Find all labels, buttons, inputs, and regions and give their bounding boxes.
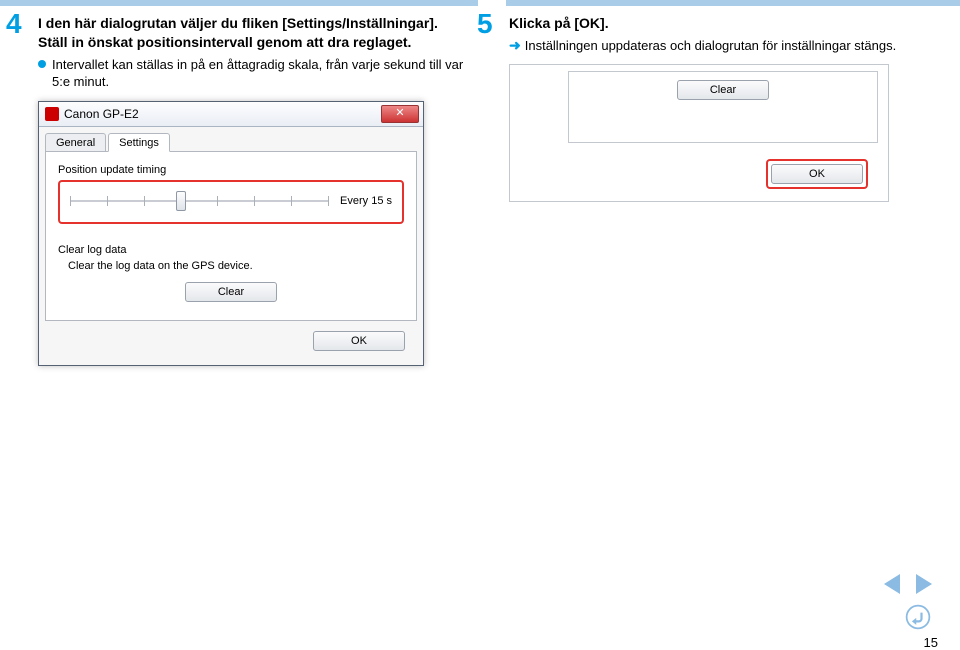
ok-dialog-snippet: Clear OK: [509, 64, 889, 202]
return-button[interactable]: [904, 604, 932, 630]
position-timing-label: Position update timing: [58, 164, 404, 176]
step4-bullet-text: Intervallet kan ställas in på en åttagra…: [52, 56, 467, 91]
tab-general-label: General: [56, 137, 95, 149]
step4-heading: I den här dialogrutan väljer du fliken […: [38, 14, 467, 52]
snippet-inner: Clear: [568, 71, 878, 143]
tab-settings-label: Settings: [119, 137, 159, 149]
close-icon: ✕: [395, 108, 404, 119]
step-number-5: 5: [477, 10, 493, 38]
tab-strip: General Settings: [45, 133, 417, 152]
top-accent-bar: [0, 0, 960, 6]
ok-highlight-box: OK: [766, 159, 868, 189]
step5-arrow-text: Inställningen uppdateras och dialogrutan…: [525, 37, 896, 55]
ok-button-right-label: OK: [809, 168, 825, 180]
step-number-4: 4: [6, 10, 22, 38]
clear-log-desc: Clear the log data on the GPS device.: [68, 260, 404, 272]
footer-nav: [880, 572, 936, 596]
page-number: 15: [924, 635, 938, 650]
dialog-title: Canon GP-E2: [64, 107, 139, 121]
close-button[interactable]: ✕: [381, 105, 419, 123]
chevron-left-icon: [884, 574, 900, 594]
clear-button-right-label: Clear: [710, 84, 736, 96]
clear-log-label: Clear log data: [58, 244, 404, 256]
tab-settings[interactable]: Settings: [108, 133, 170, 152]
ok-button-right[interactable]: OK: [771, 164, 863, 184]
right-column: 5 Klicka på [OK]. ➜ Inställningen uppdat…: [493, 14, 938, 366]
slider-thumb[interactable]: [176, 191, 186, 211]
step5-heading: Klicka på [OK].: [509, 14, 938, 33]
top-accent-gap: [478, 0, 506, 6]
step4-bullet-line: Intervallet kan ställas in på en åttagra…: [38, 56, 467, 91]
clear-button-label: Clear: [218, 286, 244, 298]
left-column: 4 I den här dialogrutan väljer du fliken…: [22, 14, 467, 366]
tab-general[interactable]: General: [45, 133, 106, 152]
ok-button-left-label: OK: [351, 335, 367, 347]
ok-button-left[interactable]: OK: [313, 331, 405, 351]
update-interval-slider[interactable]: [70, 192, 328, 210]
dialog-titlebar: Canon GP-E2 ✕: [39, 102, 423, 127]
tab-panel: Position update timing: [45, 151, 417, 321]
slider-value-label: Every 15 s: [340, 195, 392, 207]
return-icon: [904, 604, 932, 630]
nav-next[interactable]: [912, 572, 936, 596]
clear-button-right[interactable]: Clear: [677, 80, 769, 100]
settings-dialog: Canon GP-E2 ✕ General Settings Position …: [38, 101, 424, 366]
arrow-icon: ➜: [509, 37, 521, 54]
chevron-right-icon: [916, 574, 932, 594]
clear-button[interactable]: Clear: [185, 282, 277, 302]
canon-icon: [45, 107, 59, 121]
step5-arrow-line: ➜ Inställningen uppdateras och dialogrut…: [509, 37, 938, 55]
bullet-icon: [38, 60, 46, 68]
nav-prev[interactable]: [880, 572, 904, 596]
slider-highlight-box: Every 15 s: [58, 180, 404, 224]
